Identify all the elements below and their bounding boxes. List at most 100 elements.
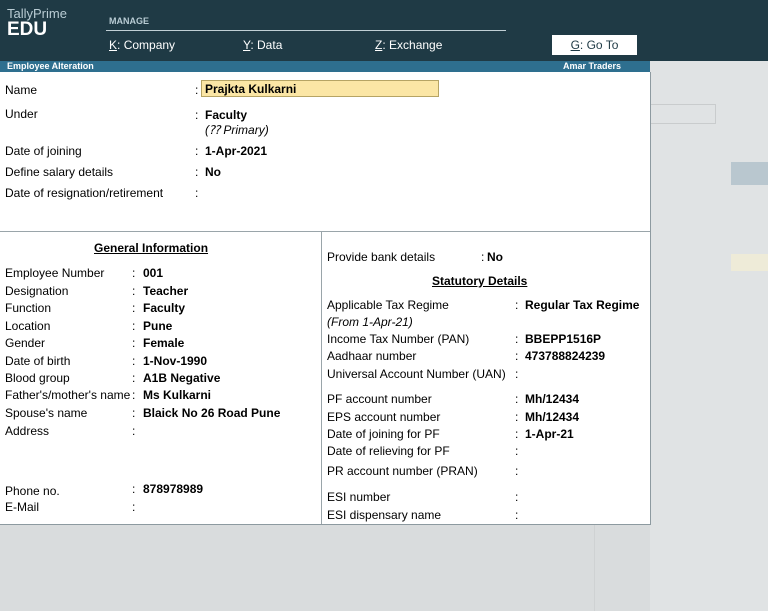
under-label: Under xyxy=(5,107,38,121)
employee-number-value[interactable]: 001 xyxy=(143,266,163,280)
parent-name-value[interactable]: Ms Kulkarni xyxy=(143,388,211,402)
salary-value[interactable]: No xyxy=(205,165,221,179)
brand-edition: EDU xyxy=(7,19,48,40)
goto-label: Go To xyxy=(586,38,619,52)
pf-relieving-label: Date of relieving for PF xyxy=(327,444,450,458)
tax-regime-label: Applicable Tax Regime xyxy=(327,298,449,312)
parent-name-label: Father's/mother's name xyxy=(5,388,131,402)
colon: : xyxy=(515,427,519,441)
tax-regime-from-note: (From 1-Apr-21) xyxy=(327,315,413,329)
esi-number-label: ESI number xyxy=(327,490,391,504)
screen-title-bar: Employee Alteration Amar Traders xyxy=(0,61,650,72)
menu-exchange-key: Z xyxy=(375,38,383,52)
address-label: Address xyxy=(5,424,50,438)
colon: : xyxy=(195,144,199,158)
colon: : xyxy=(515,410,519,424)
employee-number-label: Employee Number xyxy=(5,266,105,280)
colon: : xyxy=(132,354,136,368)
menu-data-key: Y xyxy=(243,38,251,52)
background-highlight-strip xyxy=(731,254,768,271)
spouse-name-label: Spouse's name xyxy=(5,406,88,420)
menu-company-label: Company xyxy=(123,38,176,52)
colon: : xyxy=(515,444,519,458)
aadhaar-label: Aadhaar number xyxy=(327,349,417,363)
colon: : xyxy=(132,388,136,402)
colon: : xyxy=(515,298,519,312)
salary-label: Define salary details xyxy=(5,165,114,179)
eps-account-label: EPS account number xyxy=(327,410,441,424)
email-label: E-Mail xyxy=(5,500,40,514)
colon: : xyxy=(515,332,519,346)
menu-divider xyxy=(106,30,506,31)
goto-button[interactable]: G: Go To xyxy=(552,35,637,55)
blood-group-value[interactable]: A1B Negative xyxy=(143,371,220,385)
pf-account-value[interactable]: Mh/12434 xyxy=(525,392,579,406)
under-value[interactable]: Faculty xyxy=(205,108,247,122)
menu-exchange[interactable]: Z: Exchange xyxy=(375,38,442,52)
name-input[interactable]: Prajkta Kulkarni xyxy=(201,80,439,97)
colon: : xyxy=(515,349,519,363)
pf-account-label: PF account number xyxy=(327,392,432,406)
function-label: Function xyxy=(5,301,52,315)
dob-value[interactable]: 1-Nov-1990 xyxy=(143,354,207,368)
general-info-title: General Information xyxy=(94,241,209,255)
colon: : xyxy=(132,319,136,333)
colon: : xyxy=(132,284,136,298)
colon: : xyxy=(132,424,136,438)
eps-account-value[interactable]: Mh/12434 xyxy=(525,410,579,424)
colon: : xyxy=(132,301,136,315)
colon: : xyxy=(195,165,199,179)
gender-value[interactable]: Female xyxy=(143,336,184,350)
dob-label: Date of birth xyxy=(5,354,71,368)
phone-label: Phone no. xyxy=(5,484,60,498)
uan-label: Universal Account Number (UAN) xyxy=(327,367,506,381)
menu-data-label: Data xyxy=(257,38,283,52)
menu-company[interactable]: K: Company xyxy=(109,38,175,52)
pan-value[interactable]: BBEPP1516P xyxy=(525,332,601,346)
colon: : xyxy=(515,464,519,478)
bank-details-value[interactable]: No xyxy=(487,250,503,264)
statutory-details-title: Statutory Details xyxy=(432,274,528,288)
menu-section-label: MANAGE xyxy=(109,16,149,26)
colon: : xyxy=(195,83,199,97)
aadhaar-value[interactable]: 473788824239 xyxy=(525,349,605,363)
pf-joining-value[interactable]: 1-Apr-21 xyxy=(525,427,574,441)
pran-label: PR account number (PRAN) xyxy=(327,464,478,478)
resignation-label: Date of resignation/retirement xyxy=(5,186,164,200)
top-bar: TallyPrime EDU MANAGE K: Company Y: Data… xyxy=(0,0,768,61)
menu-data[interactable]: Y: Data xyxy=(243,38,282,52)
pf-joining-label: Date of joining for PF xyxy=(327,427,440,441)
background-divider xyxy=(594,525,595,611)
spouse-name-value[interactable]: Blaick No 26 Road Pune xyxy=(143,406,280,420)
tax-regime-value[interactable]: Regular Tax Regime xyxy=(525,298,639,312)
colon: : xyxy=(515,508,519,522)
menu-exchange-label: Exchange xyxy=(389,38,443,52)
function-value[interactable]: Faculty xyxy=(143,301,185,315)
colon: : xyxy=(132,336,136,350)
colon: : xyxy=(195,108,199,122)
employee-alteration-form: Name : Prajkta Kulkarni Under : Faculty … xyxy=(0,72,651,525)
colon: : xyxy=(132,266,136,280)
colon: : xyxy=(132,406,136,420)
under-group-note: (⁇ Primary) xyxy=(205,123,269,137)
goto-key: G xyxy=(570,38,580,52)
phone-value[interactable]: 878978989 xyxy=(143,482,203,496)
menu-company-key: K xyxy=(109,38,118,52)
colon: : xyxy=(481,250,485,264)
doj-value[interactable]: 1-Apr-2021 xyxy=(205,144,267,158)
colon: : xyxy=(132,371,136,385)
colon: : xyxy=(132,482,136,496)
esi-dispensary-label: ESI dispensary name xyxy=(327,508,442,522)
background-box xyxy=(650,104,716,124)
colon: : xyxy=(515,392,519,406)
background-accent-strip xyxy=(731,162,768,185)
background-right-panel xyxy=(650,61,768,611)
location-value[interactable]: Pune xyxy=(143,319,172,333)
designation-value[interactable]: Teacher xyxy=(143,284,188,298)
designation-label: Designation xyxy=(5,284,69,298)
company-name: Amar Traders xyxy=(563,61,622,71)
column-divider xyxy=(321,232,322,524)
doj-label: Date of joining xyxy=(5,144,82,158)
colon: : xyxy=(515,490,519,504)
blood-group-label: Blood group xyxy=(5,371,70,385)
